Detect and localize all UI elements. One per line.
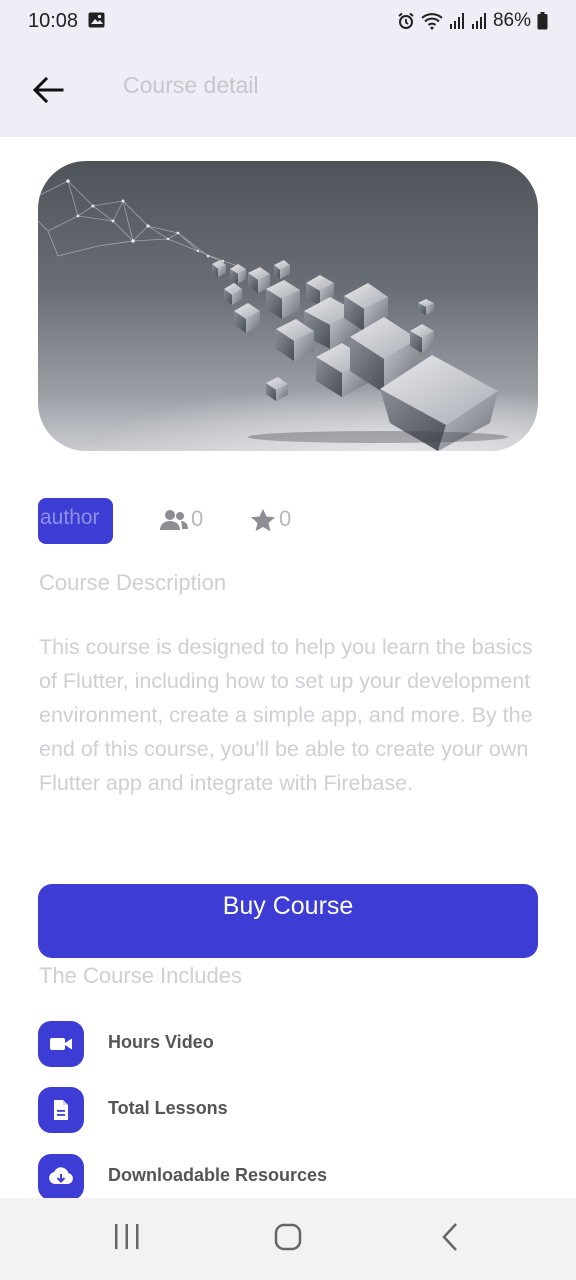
- video-camera-icon: [50, 1038, 72, 1050]
- author-chip[interactable]: author: [38, 498, 113, 544]
- description-title: Course Description: [39, 570, 227, 595]
- include-item-downloadable-resources: Downloadable Resources: [38, 1154, 518, 1200]
- cloud-download-icon: [49, 1167, 73, 1184]
- rating-value: 0: [279, 506, 292, 531]
- course-description: This course is designed to help you lear…: [39, 635, 533, 795]
- system-back-button[interactable]: [436, 1222, 466, 1257]
- document-icon: [54, 1100, 68, 1120]
- home-button[interactable]: [273, 1222, 303, 1257]
- recents-button[interactable]: [112, 1222, 142, 1257]
- include-icon-badge: [38, 1154, 84, 1200]
- arrow-left-icon: [32, 76, 64, 104]
- include-label: Hours Video: [108, 1032, 214, 1052]
- recents-icon: [115, 1224, 139, 1249]
- include-item-hours-video: Hours Video: [38, 1021, 518, 1067]
- students-count-value: 0: [191, 506, 204, 531]
- include-label: Downloadable Resources: [108, 1165, 328, 1185]
- chevron-left-icon: [442, 1223, 457, 1251]
- includes-title: The Course Includes: [39, 963, 242, 988]
- course-rating: 0: [250, 506, 291, 532]
- include-icon-badge: [38, 1087, 84, 1133]
- gallery-icon: [88, 12, 105, 28]
- page-title: Course detail: [123, 72, 259, 98]
- home-icon: [274, 1223, 302, 1251]
- buy-course-button[interactable]: Buy Course: [38, 884, 538, 958]
- include-item-total-lessons: Total Lessons: [38, 1087, 518, 1133]
- status-time: 10:08: [28, 10, 79, 32]
- course-cover-image: [38, 161, 538, 451]
- battery-icon: [537, 12, 548, 30]
- screen: 10:08 86% Course detail author 0 0 Cours…: [0, 0, 576, 1280]
- include-label: Total Lessons: [108, 1098, 228, 1118]
- include-icon-badge: [38, 1021, 84, 1067]
- back-button[interactable]: [28, 72, 68, 108]
- alarm-icon: [398, 12, 414, 29]
- signal-icon: [471, 13, 486, 29]
- signal-icon: [449, 13, 464, 29]
- status-icons: 86%: [397, 10, 548, 32]
- wifi-icon: [421, 13, 443, 30]
- star-icon: [251, 509, 275, 532]
- students-count: 0: [160, 506, 203, 532]
- system-nav-bar: [0, 1198, 576, 1280]
- people-icon: [160, 510, 188, 530]
- status-bar: 10:08 86%: [0, 0, 576, 42]
- course-meta: author 0 0: [38, 498, 538, 544]
- app-bar: Course detail: [0, 42, 576, 137]
- battery-percent: 86%: [492, 10, 531, 31]
